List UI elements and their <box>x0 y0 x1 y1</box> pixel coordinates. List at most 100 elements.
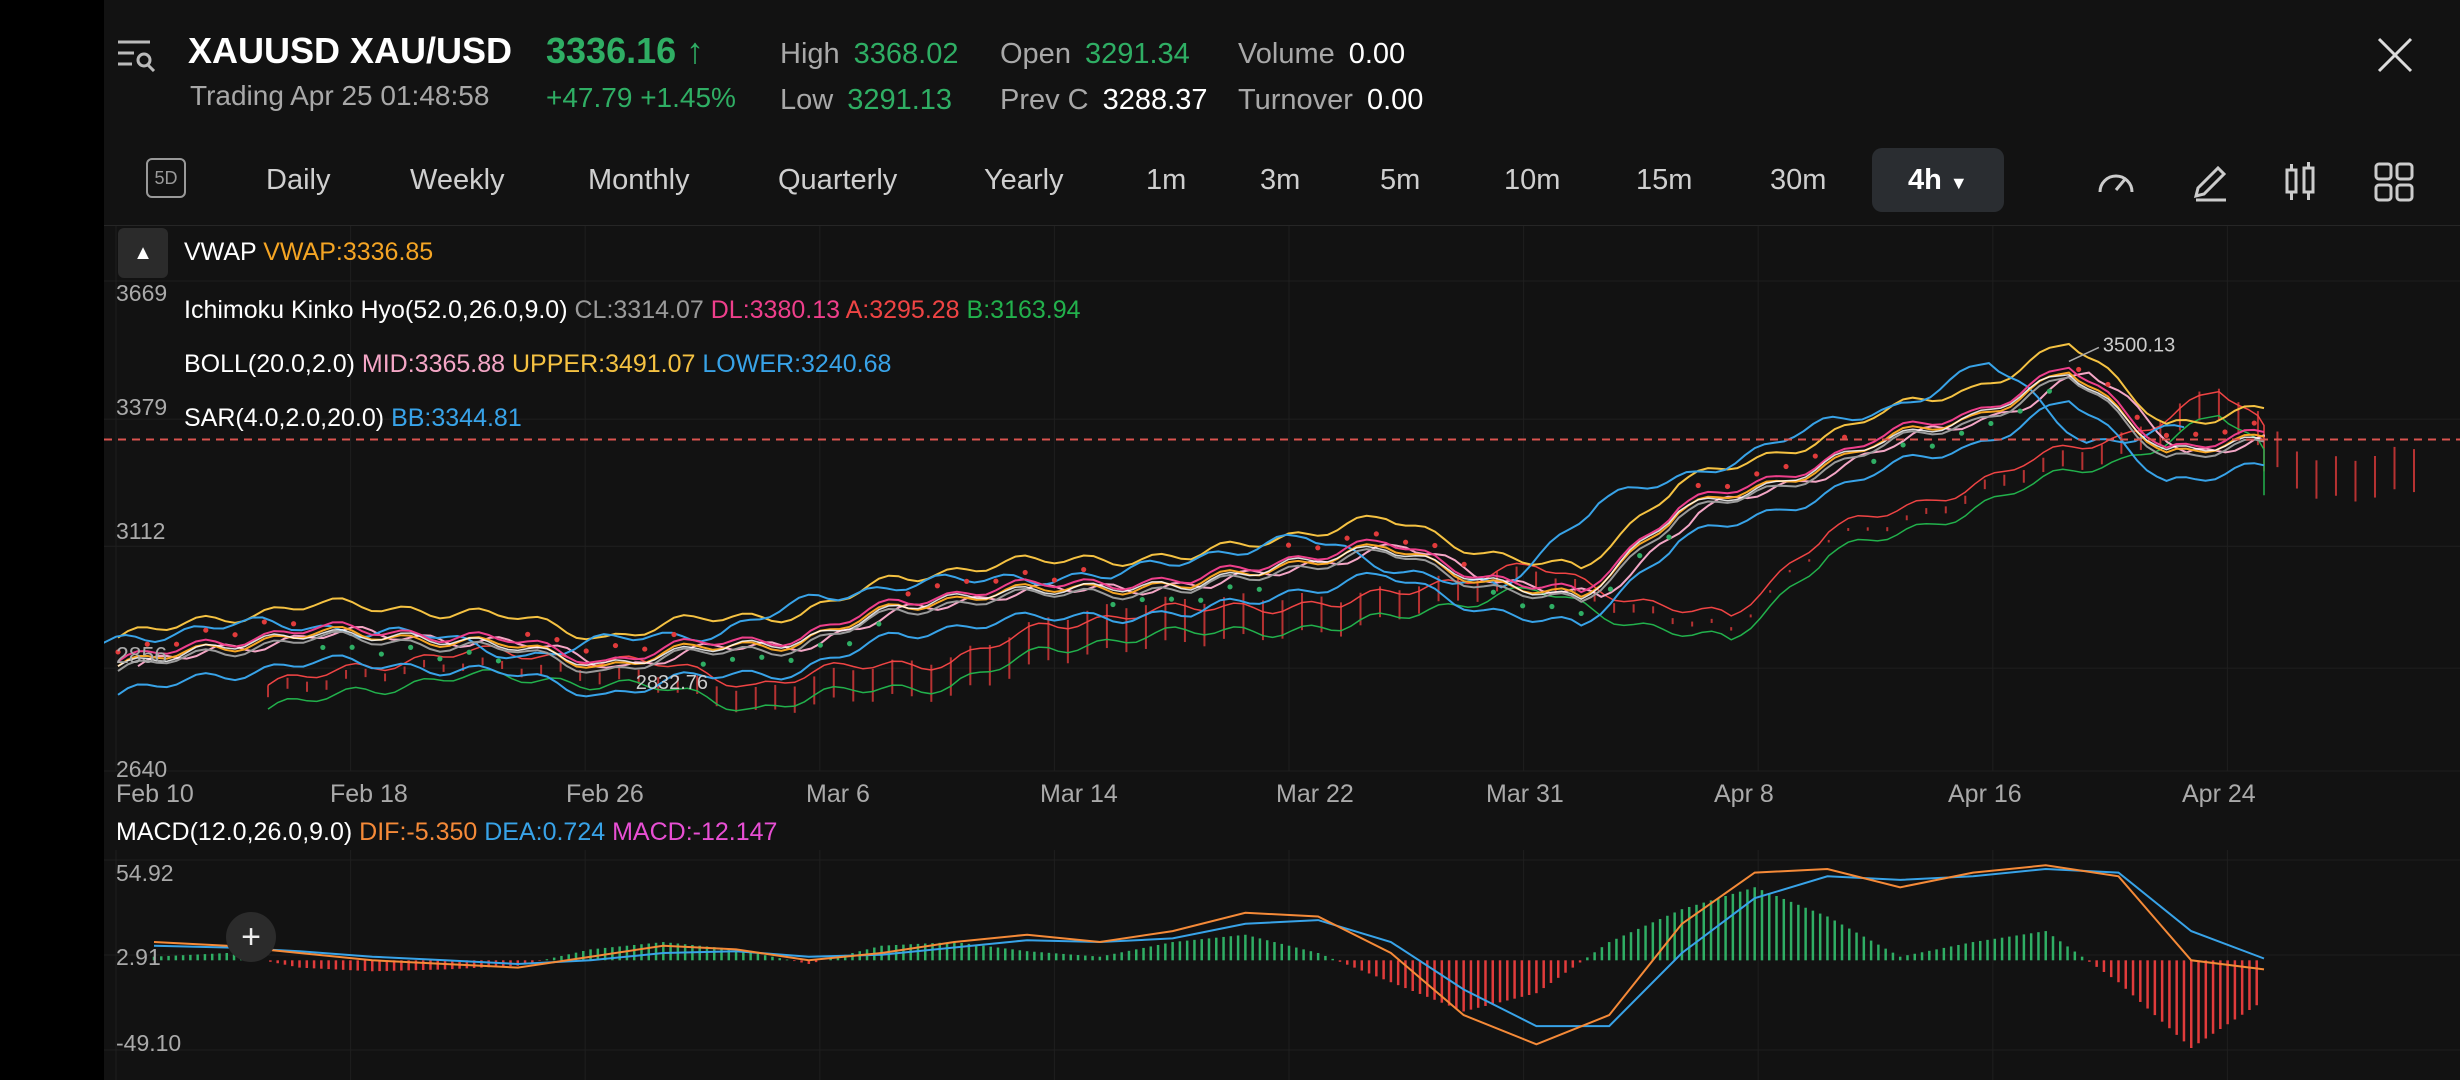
chart-app: XAUUSD XAU/USD 3336.16 ↑ Trading Apr 25 … <box>104 0 2460 1080</box>
sar-dot <box>2076 366 2082 373</box>
x-tick-label: Apr 8 <box>1714 780 1774 808</box>
sar-dot <box>261 619 267 625</box>
symbol-title: XAUUSD XAU/USD <box>188 30 513 71</box>
sar-dot <box>700 661 706 667</box>
tab-5m[interactable]: 5m <box>1380 148 1420 212</box>
tab-1m[interactable]: 1m <box>1146 148 1186 212</box>
sar-dot <box>349 644 355 650</box>
x-tick-label: Mar 6 <box>806 780 870 808</box>
indicator-lines <box>104 342 2265 712</box>
sar-dot <box>1198 597 1204 603</box>
pen-icon[interactable] <box>2188 160 2232 204</box>
sar-dot <box>1783 463 1789 470</box>
macd-histogram <box>152 887 2258 1048</box>
sar-dot <box>729 656 736 662</box>
sar-dot <box>1959 430 1965 436</box>
close-icon[interactable] <box>2376 36 2414 74</box>
gauge-icon[interactable] <box>2094 160 2138 204</box>
grid-layout-icon[interactable] <box>2372 160 2416 204</box>
sar-dot <box>905 591 911 597</box>
sar-dot <box>1490 589 1496 595</box>
x-tick-label: Mar 22 <box>1276 780 1354 808</box>
menu-search-icon[interactable] <box>116 38 156 72</box>
sar-dot <box>1022 569 1028 576</box>
tab-10m[interactable]: 10m <box>1504 148 1560 212</box>
five-day-icon[interactable]: 5D <box>146 158 186 198</box>
stat-volume: Volume 0.00 <box>1238 38 1406 70</box>
sar-dot <box>1549 603 1555 610</box>
macd-y-tick: -49.10 <box>116 1030 182 1056</box>
sar-dot <box>1578 610 1584 617</box>
sar-dot <box>2046 388 2052 394</box>
stat-prev-close: Prev C 3288.37 <box>1000 84 1208 116</box>
sar-dot <box>1227 584 1233 590</box>
sar-dot <box>846 641 853 647</box>
sar-dot <box>788 657 794 663</box>
sar-dot <box>173 641 180 647</box>
crosshair-button[interactable]: + <box>226 912 276 962</box>
caret-down-icon: ▼ <box>1949 173 1968 193</box>
price-change: +47.79 +1.45% <box>546 82 736 113</box>
sar-dot <box>2251 420 2257 426</box>
sar-dot <box>2017 408 2023 414</box>
tab-15m[interactable]: 15m <box>1636 148 1692 212</box>
collapse-indicators-button[interactable]: ▲ <box>118 228 168 278</box>
x-tick-label: Feb 10 <box>116 780 194 808</box>
sar-dot <box>437 656 443 662</box>
sar-dot <box>759 654 765 660</box>
sar-dot <box>1461 561 1467 567</box>
sar-dot <box>1871 458 1877 464</box>
sar-dot <box>1051 577 1058 583</box>
sar-dot <box>583 648 589 654</box>
sar-dot <box>2222 429 2228 435</box>
sar-dot <box>2105 381 2111 388</box>
sar-dot <box>1110 601 1116 608</box>
up-arrow-icon: ↑ <box>686 30 705 71</box>
macd-chart[interactable] <box>104 850 2460 1080</box>
tab-monthly[interactable]: Monthly <box>588 148 690 212</box>
sar-dot <box>1256 586 1262 592</box>
sar-dot <box>2163 432 2170 438</box>
sar-dot <box>1285 542 1292 548</box>
sar-dot <box>232 632 238 638</box>
macd-legend: MACD(12.0,26.0,9.0) DIF:-5.350 DEA:0.724… <box>116 818 778 846</box>
candlestick-icon[interactable] <box>2278 160 2322 204</box>
y-tick-label: 3379 <box>116 394 168 420</box>
sar-dot <box>1637 553 1643 559</box>
sar-dot <box>1081 566 1087 573</box>
x-tick-label: Mar 31 <box>1486 780 1564 808</box>
sar-dot <box>378 651 384 657</box>
tab-30m[interactable]: 30m <box>1770 148 1826 212</box>
sar-dot <box>1344 535 1350 541</box>
tab-yearly[interactable]: Yearly <box>984 148 1064 212</box>
boll-legend: BOLL(20.0,2.0) MID:3365.88 UPPER:3491.07… <box>184 350 892 378</box>
sar-dot <box>1432 542 1438 549</box>
stat-turnover: Turnover 0.00 <box>1238 84 1424 116</box>
vwap-legend: VWAP VWAP:3336.85 <box>184 238 434 266</box>
sar-dot <box>1900 442 1906 448</box>
sar-dot <box>2134 414 2140 420</box>
tab-daily[interactable]: Daily <box>266 148 330 212</box>
last-price: 3336.16 ↑ <box>546 30 705 71</box>
stat-high: High 3368.02 <box>780 38 959 70</box>
y-tick-label: 2640 <box>116 756 168 782</box>
sar-legend: SAR(4.0,2.0,20.0) BB:3344.81 <box>184 404 522 432</box>
tab-4h[interactable]: 4h ▼ <box>1872 148 2004 212</box>
sar-dot <box>612 642 619 649</box>
sar-dot <box>1139 596 1145 603</box>
sar-dot <box>525 631 531 637</box>
tab-weekly[interactable]: Weekly <box>410 148 505 212</box>
trading-status: Trading Apr 25 01:48:58 <box>190 80 490 111</box>
sar-dot <box>1724 483 1731 490</box>
sar-dot <box>1929 443 1935 449</box>
sar-dot <box>876 621 882 627</box>
sar-dot <box>1520 603 1526 609</box>
sar-dot <box>1666 534 1672 540</box>
x-tick-label: Apr 24 <box>2182 780 2256 808</box>
sar-dot <box>1695 482 1701 489</box>
tab-3m[interactable]: 3m <box>1260 148 1300 212</box>
min-annotation: 2832.76 <box>636 672 708 694</box>
timeframe-tabs: 5D Daily Weekly Monthly Quarterly Yearly… <box>104 148 2460 212</box>
macd-y-tick: 2.91 <box>116 944 161 970</box>
tab-quarterly[interactable]: Quarterly <box>778 148 897 212</box>
